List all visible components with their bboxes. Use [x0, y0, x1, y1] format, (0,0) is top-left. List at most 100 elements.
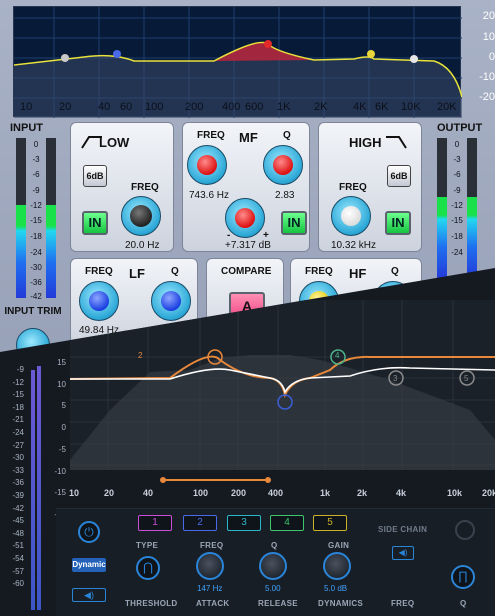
mf-gain-value: +7.317 dB [225, 240, 271, 251]
meter-scale: -18 [30, 232, 42, 241]
freq-label: 10 [20, 101, 33, 113]
meter-scale: -24 [30, 248, 42, 257]
freq-label: 4K [353, 101, 367, 113]
high-band-panel: HIGH 6dB FREQ IN 10.32 kHz [318, 122, 422, 252]
band-node-hf [367, 50, 375, 58]
q-value: 5.00 [265, 584, 281, 593]
mf-freq-knob[interactable] [187, 145, 227, 185]
meter-scale: -36 [30, 278, 42, 287]
freq-label: FREQ [200, 541, 224, 550]
low-in-button[interactable]: IN [82, 211, 108, 235]
gain-label: GAIN [328, 541, 350, 550]
freq-knob[interactable] [196, 552, 224, 580]
output-label: OUTPUT [437, 122, 483, 134]
band-node-lf [113, 50, 121, 58]
meter-scale: -15 [451, 216, 463, 225]
freq-label: 20k [482, 488, 495, 498]
channel-3-button[interactable]: 3 [227, 515, 261, 531]
band-marker: 2 [138, 351, 143, 360]
freq-label: 200 [231, 488, 247, 498]
meter-scale: -12 [451, 201, 463, 210]
mf-title: MF [239, 130, 258, 145]
db-scale: -9 -12 -15 -18 -21 -24 -27 -30 -33 -36 -39 -42 -45 -4… [12, 365, 24, 589]
band-node-low [61, 54, 69, 62]
lf-title: LF [129, 266, 145, 281]
band-marker: 5 [464, 374, 469, 383]
db-label: 20 [482, 10, 495, 22]
meter-scale: 0 [33, 140, 39, 149]
meter-scale: 0 [454, 140, 460, 149]
db-label: 0 [488, 51, 495, 63]
band-node-high [410, 55, 418, 63]
mf-gain-knob[interactable] [225, 198, 265, 238]
dynamics-label: DYNAMICS [318, 599, 364, 608]
mf-freq-value: 743.6 Hz [189, 190, 230, 201]
freq-label: 40 [143, 488, 154, 498]
q-knob[interactable] [259, 552, 287, 580]
freq-label: 600 [245, 101, 264, 113]
freq-label: 100 [145, 101, 164, 113]
meter-scale: -30 [30, 263, 42, 272]
low-6db-button[interactable]: 6dB [83, 165, 107, 187]
channel-2-button[interactable]: 2 [183, 515, 217, 531]
channel-1-button[interactable]: 1 [138, 515, 172, 531]
side-chain-power-icon[interactable] [455, 520, 475, 540]
freq-label: 10k [447, 488, 463, 498]
freq-label: 20K [437, 101, 457, 113]
db-label: -20 [479, 91, 495, 103]
input-trim-label: INPUT TRIM [4, 306, 62, 317]
side-chain-listen-icon[interactable]: ◀) [392, 546, 414, 560]
channel-5-button[interactable]: 5 [313, 515, 347, 531]
attack-label: ATTACK [196, 599, 230, 608]
band-range-slider[interactable] [162, 479, 268, 481]
mf-q-knob[interactable] [263, 145, 303, 185]
q-label: Q [271, 541, 278, 550]
freq-label: 20 [104, 488, 115, 498]
freq-label: 60 [120, 101, 133, 113]
mf-band-panel: FREQ MF Q 743.6 Hz 2.83 - + +7.317 dB IN [182, 122, 310, 252]
bell-filter-type-icon[interactable]: ⋂ [136, 556, 160, 580]
low-shelf-icon [81, 136, 102, 149]
meter-scale: -9 [453, 186, 461, 195]
input-label: INPUT [10, 122, 43, 134]
meter-scale: -12 [30, 201, 42, 210]
high-freq-knob[interactable] [331, 196, 371, 236]
bandpass-filter-icon[interactable]: ∏ [451, 565, 475, 589]
lf-freq-label: FREQ [85, 266, 113, 277]
freq-label: 2K [314, 101, 328, 113]
lf-q-knob[interactable] [151, 281, 191, 321]
channel-4-button[interactable]: 4 [270, 515, 304, 531]
power-icon[interactable]: ⏻ [78, 521, 100, 543]
freq-label: 1K [277, 101, 291, 113]
freq-label: 10 [69, 488, 80, 498]
lf-freq-knob[interactable] [79, 281, 119, 321]
hf-q-label: Q [391, 266, 399, 277]
high-in-button[interactable]: IN [385, 211, 411, 235]
side-chain-label: SIDE CHAIN [378, 525, 428, 534]
meter-scale: -24 [451, 248, 463, 257]
lf-q-label: Q [171, 266, 179, 277]
input-meter-right [46, 138, 56, 298]
freq-label: 6K [375, 101, 389, 113]
dynamic-button[interactable]: Dynamic [72, 558, 106, 572]
release-label: RELEASE [258, 599, 298, 608]
type-label: TYPE [136, 541, 159, 550]
freq-label: 400 [268, 488, 284, 498]
range-handle-left[interactable] [160, 477, 166, 483]
listen-icon[interactable]: ◀) [72, 588, 106, 602]
freq-label: 20 [59, 101, 72, 113]
band-marker: 4 [335, 351, 340, 360]
compare-title: COMPARE [221, 266, 272, 277]
mf-q-value: 2.83 [275, 190, 295, 201]
low-freq-knob[interactable] [121, 196, 161, 236]
db-label: -10 [479, 71, 495, 83]
meter-scale: -6 [32, 170, 40, 179]
gain-knob[interactable] [323, 552, 351, 580]
mf-in-button[interactable]: IN [281, 211, 307, 235]
dark-freq-axis: 10 20 40 100 200 400 1k 2k 4k 10k 20k [0, 488, 495, 500]
high-title: HIGH [349, 135, 382, 150]
low-title: LOW [99, 135, 130, 150]
high-6db-button[interactable]: 6dB [387, 165, 411, 187]
range-handle-right[interactable] [265, 477, 271, 483]
high-shelf-icon [386, 136, 407, 149]
